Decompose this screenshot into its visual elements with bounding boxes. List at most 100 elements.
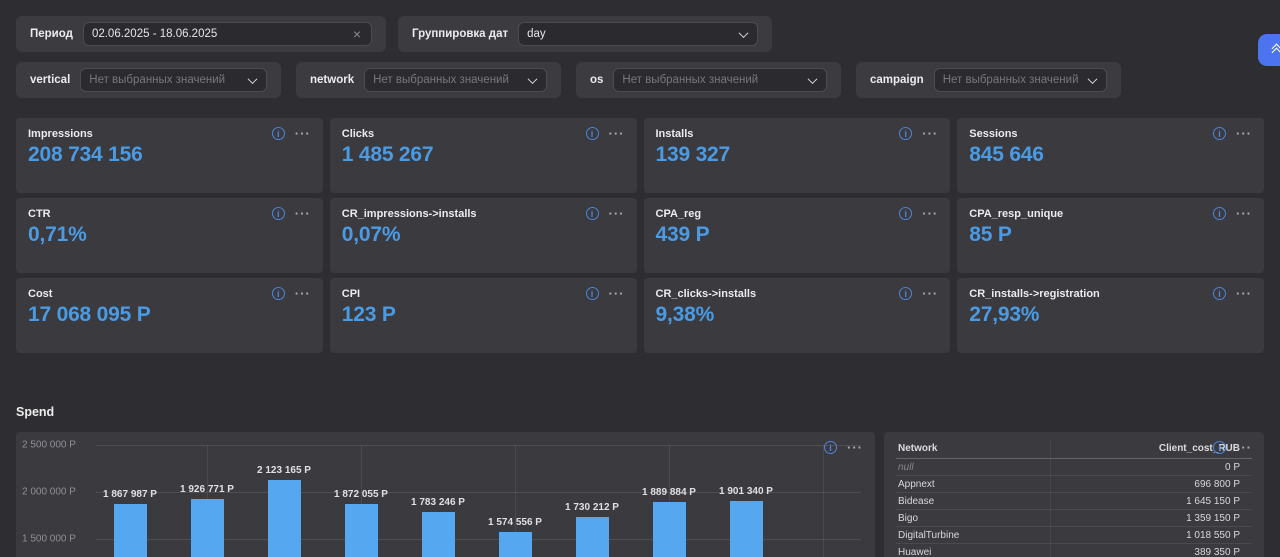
kpi-title: CR_clicks->installs (656, 288, 939, 300)
info-icon[interactable]: i (272, 207, 285, 220)
dimension-filter-network: network Нет выбранных значений (296, 62, 561, 98)
network-cell: Bigo (896, 510, 1050, 527)
table-row[interactable]: Huawei389 350 P (896, 544, 1252, 557)
table-row[interactable]: Bidease1 645 150 P (896, 493, 1252, 510)
spend-bar[interactable] (345, 504, 378, 557)
info-icon[interactable]: i (1213, 207, 1226, 220)
dimension-filter-select[interactable]: Нет выбранных значений (613, 68, 827, 92)
kpi-title: Sessions (969, 128, 1252, 140)
spend-bar[interactable] (422, 512, 455, 557)
spend-bar[interactable] (653, 502, 686, 557)
dimension-filter-placeholder: Нет выбранных значений (943, 74, 1083, 86)
kpi-title: CPA_resp_unique (969, 208, 1252, 220)
more-options-icon[interactable]: ··· (847, 441, 863, 454)
info-icon[interactable]: i (586, 287, 599, 300)
kpi-card-Sessions: Sessions 845 646 i ··· (957, 118, 1264, 193)
info-icon[interactable]: i (272, 287, 285, 300)
kpi-value: 0,71% (28, 223, 311, 247)
kpi-title: CTR (28, 208, 311, 220)
more-options-icon[interactable]: ··· (1236, 441, 1252, 454)
chevron-down-icon (248, 74, 258, 84)
dimension-filter-vertical: vertical Нет выбранных значений (16, 62, 281, 98)
bar-value-label: 1 574 556 P (488, 517, 542, 528)
spend-section-title: Spend (16, 405, 1264, 419)
y-axis-tick-label: 2 000 000 P (22, 487, 94, 498)
date-grouping-select[interactable]: day (518, 22, 758, 46)
table-row[interactable]: Bigo1 359 150 P (896, 510, 1252, 527)
spend-bar[interactable] (730, 501, 763, 557)
bar-value-label: 1 867 987 P (103, 489, 157, 500)
cost-cell: 1 359 150 P (1050, 510, 1252, 527)
table-row[interactable]: DigitalTurbine1 018 550 P (896, 527, 1252, 544)
dimension-filter-select[interactable]: Нет выбранных значений (934, 68, 1107, 92)
cost-cell: 1 645 150 P (1050, 493, 1252, 510)
period-date-range-input[interactable]: 02.06.2025 - 18.06.2025 × (83, 22, 372, 46)
kpi-card-CR_installs->registration: CR_installs->registration 27,93% i ··· (957, 278, 1264, 353)
more-options-icon[interactable]: ··· (295, 127, 311, 140)
spend-bar[interactable] (191, 499, 224, 557)
more-options-icon[interactable]: ··· (609, 287, 625, 300)
info-icon[interactable]: i (899, 127, 912, 140)
kpi-value: 845 646 (969, 143, 1252, 167)
more-options-icon[interactable]: ··· (1236, 287, 1252, 300)
spend-bar[interactable] (114, 504, 147, 557)
info-icon[interactable]: i (824, 441, 837, 454)
kpi-title: CR_installs->registration (969, 288, 1252, 300)
date-grouping-value: day (527, 28, 734, 40)
info-icon[interactable]: i (899, 287, 912, 300)
info-icon[interactable]: i (586, 127, 599, 140)
network-cell: null (896, 459, 1050, 476)
dimension-filter-label: campaign (870, 74, 924, 86)
table-row[interactable]: Appnext696 800 P (896, 476, 1252, 493)
kpi-value: 139 327 (656, 143, 939, 167)
dimension-filter-placeholder: Нет выбранных значений (622, 74, 803, 86)
filters-row-dimensions: vertical Нет выбранных значений network … (16, 62, 1264, 98)
table-row[interactable]: null0 P (896, 459, 1252, 476)
bar-value-label: 1 783 246 P (411, 497, 465, 508)
kpi-title: Clicks (342, 128, 625, 140)
table-header-row: Network Client_cost_RUB (896, 440, 1252, 459)
kpi-title: Installs (656, 128, 939, 140)
more-options-icon[interactable]: ··· (609, 207, 625, 220)
filters-row-primary: Период 02.06.2025 - 18.06.2025 × Группир… (16, 16, 1264, 52)
x-gridline (823, 445, 824, 557)
kpi-title: CPI (342, 288, 625, 300)
bar-value-label: 1 730 212 P (565, 502, 619, 513)
y-gridline (96, 445, 861, 446)
column-header-network[interactable]: Network (896, 440, 1050, 459)
spend-bar[interactable] (576, 517, 609, 557)
kpi-value: 208 734 156 (28, 143, 311, 167)
network-cell: Appnext (896, 476, 1050, 493)
cost-cell: 389 350 P (1050, 544, 1252, 557)
more-options-icon[interactable]: ··· (295, 287, 311, 300)
kpi-value: 17 068 095 P (28, 303, 311, 327)
clear-icon[interactable]: × (351, 27, 363, 41)
more-options-icon[interactable]: ··· (609, 127, 625, 140)
kpi-card-Impressions: Impressions 208 734 156 i ··· (16, 118, 323, 193)
more-options-icon[interactable]: ··· (922, 127, 938, 140)
kpi-card-CPI: CPI 123 P i ··· (330, 278, 637, 353)
kpi-card-Cost: Cost 17 068 095 P i ··· (16, 278, 323, 353)
spend-bar[interactable] (268, 480, 301, 557)
more-options-icon[interactable]: ··· (922, 207, 938, 220)
spend-bar[interactable] (499, 532, 532, 557)
dimension-filter-select[interactable]: Нет выбранных значений (80, 68, 267, 92)
kpi-value: 0,07% (342, 223, 625, 247)
info-icon[interactable]: i (899, 207, 912, 220)
dimension-filter-label: vertical (30, 74, 70, 86)
info-icon[interactable]: i (586, 207, 599, 220)
more-options-icon[interactable]: ··· (1236, 127, 1252, 140)
dimension-filter-select[interactable]: Нет выбранных значений (364, 68, 547, 92)
info-icon[interactable]: i (1213, 441, 1226, 454)
info-icon[interactable]: i (1213, 287, 1226, 300)
kpi-value: 123 P (342, 303, 625, 327)
kpi-title: Cost (28, 288, 311, 300)
kpi-card-CR_impressions->installs: CR_impressions->installs 0,07% i ··· (330, 198, 637, 273)
more-options-icon[interactable]: ··· (295, 207, 311, 220)
info-icon[interactable]: i (1213, 127, 1226, 140)
info-icon[interactable]: i (272, 127, 285, 140)
chevron-down-icon (528, 74, 538, 84)
collapse-filters-button[interactable] (1258, 34, 1280, 66)
more-options-icon[interactable]: ··· (1236, 207, 1252, 220)
more-options-icon[interactable]: ··· (922, 287, 938, 300)
